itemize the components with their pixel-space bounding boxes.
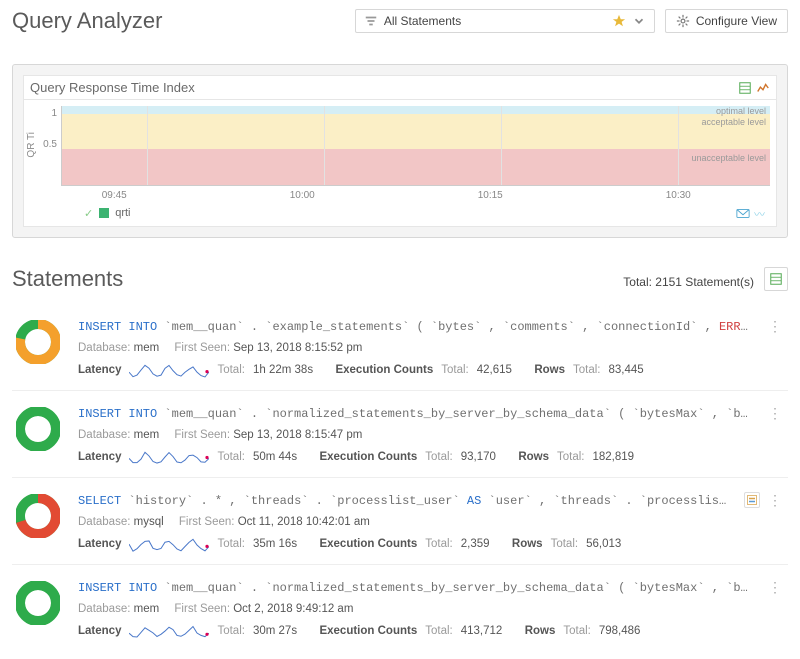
band-label-unacceptable: unacceptable level bbox=[691, 153, 766, 163]
statements-total: Total: 2151 Statement(s) bbox=[623, 275, 754, 289]
latency-donut bbox=[16, 492, 64, 554]
statement-meta: Database: mem First Seen: Sep 13, 2018 8… bbox=[78, 429, 752, 441]
sheet-icon[interactable] bbox=[738, 81, 752, 95]
row-menu-icon[interactable]: ⋮ bbox=[766, 579, 784, 596]
statement-meta: Database: mem First Seen: Sep 13, 2018 8… bbox=[78, 342, 752, 354]
page-header: Query Analyzer All Statements Configure … bbox=[12, 8, 788, 34]
statement-metrics: Latency Total:30m 27s Execution Counts T… bbox=[78, 621, 752, 641]
statements-list: INSERT INTO `mem__quan` . `example_state… bbox=[12, 304, 788, 651]
envelope-icon[interactable] bbox=[736, 206, 750, 220]
statement-sql[interactable]: SELECT `history` . * , `threads` . `proc… bbox=[78, 492, 730, 510]
row-menu-icon[interactable]: ⋮ bbox=[766, 492, 784, 509]
statements-header: Statements Total: 2151 Statement(s) bbox=[12, 266, 788, 292]
sheet-icon bbox=[769, 272, 783, 286]
statement-row[interactable]: INSERT INTO `mem__quan` . `normalized_st… bbox=[12, 390, 788, 477]
qrti-panel: Query Response Time Index QR Ti 1 0.5 op… bbox=[12, 64, 788, 238]
statement-meta: Database: mem First Seen: Oct 2, 2018 9:… bbox=[78, 603, 752, 615]
page-title: Query Analyzer bbox=[12, 8, 162, 34]
configure-view-button[interactable]: Configure View bbox=[665, 9, 788, 33]
export-statements-button[interactable] bbox=[764, 267, 788, 291]
statement-sql[interactable]: INSERT INTO `mem__quan` . `normalized_st… bbox=[78, 405, 752, 423]
wave-icon[interactable]: 〰 bbox=[754, 206, 768, 220]
band-label-optimal: optimal level bbox=[716, 106, 766, 116]
statement-filter-dropdown[interactable]: All Statements bbox=[355, 9, 655, 33]
statement-row[interactable]: SELECT `history` . * , `threads` . `proc… bbox=[12, 477, 788, 564]
y-ticks: 1 0.5 bbox=[39, 100, 61, 190]
gear-icon bbox=[676, 14, 690, 28]
statement-sql[interactable]: INSERT INTO `mem__quan` . `normalized_st… bbox=[78, 579, 752, 597]
explain-icon[interactable] bbox=[744, 492, 760, 508]
band-label-acceptable: acceptable level bbox=[701, 117, 766, 127]
filter-text: All Statements bbox=[384, 14, 461, 28]
statement-row[interactable]: INSERT INTO `mem__quan` . `example_state… bbox=[12, 304, 788, 390]
legend-check-icon[interactable]: ✓ bbox=[84, 207, 93, 220]
chevron-down-icon[interactable] bbox=[632, 14, 646, 28]
filter-icon bbox=[364, 14, 378, 28]
statement-metrics: Latency Total:50m 44s Execution Counts T… bbox=[78, 447, 752, 467]
statement-meta: Database: mysql First Seen: Oct 11, 2018… bbox=[78, 516, 730, 528]
statement-row[interactable]: INSERT INTO `mem__quan` . `normalized_st… bbox=[12, 564, 788, 651]
statement-metrics: Latency Total:1h 22m 38s Execution Count… bbox=[78, 360, 752, 380]
configure-view-label: Configure View bbox=[696, 14, 777, 28]
x-ticks: 09:45 10:00 10:15 10:30 bbox=[24, 190, 776, 204]
chart-type-icon[interactable] bbox=[756, 81, 770, 95]
y-axis-label: QR Ti bbox=[24, 132, 39, 158]
chart-title: Query Response Time Index bbox=[30, 80, 738, 95]
row-menu-icon[interactable]: ⋮ bbox=[766, 318, 784, 335]
row-menu-icon[interactable]: ⋮ bbox=[766, 405, 784, 422]
legend-series-name: qrti bbox=[115, 207, 130, 219]
statements-title: Statements bbox=[12, 266, 123, 292]
statement-sql[interactable]: INSERT INTO `mem__quan` . `example_state… bbox=[78, 318, 752, 336]
latency-donut bbox=[16, 405, 64, 467]
star-icon[interactable] bbox=[612, 14, 626, 28]
statement-metrics: Latency Total:35m 16s Execution Counts T… bbox=[78, 534, 730, 554]
legend-swatch bbox=[99, 208, 109, 218]
latency-donut bbox=[16, 579, 64, 641]
latency-donut bbox=[16, 318, 64, 380]
chart-plot-area[interactable]: QR Ti 1 0.5 optimal level acceptable lev… bbox=[24, 100, 776, 190]
